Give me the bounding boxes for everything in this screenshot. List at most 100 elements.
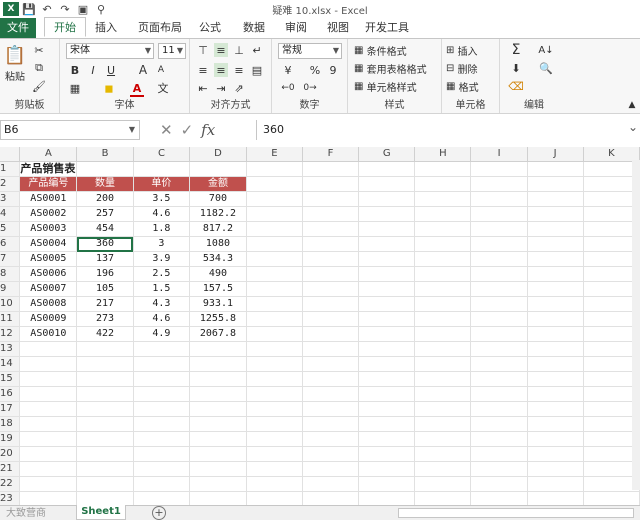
format-painter-icon[interactable]: 🖌 [32, 79, 46, 93]
cell[interactable] [133, 416, 191, 432]
number-format-select[interactable]: 常规 ▼ [278, 43, 342, 59]
column-header[interactable]: A [19, 147, 78, 162]
row-header[interactable]: 19 [0, 431, 21, 447]
collapse-ribbon-icon[interactable]: ▲ [626, 99, 638, 111]
tab-page-layout[interactable]: 页面布局 [132, 18, 188, 38]
currency-icon[interactable]: ¥ [280, 63, 296, 77]
table-data-cell[interactable]: 217 [76, 296, 134, 312]
column-header[interactable]: D [189, 147, 247, 162]
table-data-cell[interactable]: 4.6 [132, 311, 191, 327]
cell[interactable] [19, 446, 78, 462]
enter-icon[interactable]: ✓ [181, 121, 194, 139]
cell[interactable] [133, 371, 191, 387]
cell[interactable] [302, 341, 360, 357]
table-data-cell[interactable]: 1255.8 [189, 311, 247, 327]
cell[interactable] [302, 386, 360, 402]
cell[interactable] [133, 446, 191, 462]
tab-data[interactable]: 数据 [236, 18, 272, 38]
cell[interactable] [246, 446, 303, 462]
cell[interactable] [302, 236, 360, 252]
column-header[interactable]: H [414, 147, 472, 162]
increase-decimal-icon[interactable]: ←0 [280, 81, 296, 95]
cell[interactable] [527, 311, 584, 327]
column-header[interactable]: G [358, 147, 416, 162]
cell[interactable] [414, 221, 472, 237]
cell[interactable] [133, 161, 191, 177]
cell[interactable] [470, 191, 528, 207]
column-header[interactable]: J [527, 147, 584, 162]
cell[interactable] [527, 356, 584, 372]
cell[interactable] [302, 311, 360, 327]
cell[interactable] [246, 431, 303, 447]
cell[interactable] [302, 191, 360, 207]
cell[interactable] [527, 161, 584, 177]
cell[interactable] [19, 416, 78, 432]
cell[interactable] [470, 386, 528, 402]
cell[interactable] [527, 296, 584, 312]
table-data-cell[interactable]: AS0007 [19, 281, 78, 297]
cell[interactable] [527, 206, 584, 222]
cell[interactable] [527, 341, 584, 357]
orientation-icon[interactable]: ⇗ [232, 81, 246, 95]
expand-formula-bar-icon[interactable]: ⌄ [628, 120, 638, 134]
cell[interactable] [19, 356, 78, 372]
cell[interactable] [19, 371, 78, 387]
cell[interactable] [302, 266, 360, 282]
table-data-cell[interactable]: 4.6 [132, 206, 191, 222]
cell[interactable] [414, 401, 472, 417]
cell[interactable] [527, 326, 584, 342]
column-header[interactable]: C [133, 147, 191, 162]
row-header[interactable]: 9 [0, 281, 21, 297]
name-box[interactable]: B6 ▼ [0, 120, 140, 140]
table-data-cell[interactable]: 3 [132, 236, 191, 252]
cell[interactable] [527, 266, 584, 282]
font-color-button[interactable]: A [130, 81, 144, 97]
cell[interactable] [414, 281, 472, 297]
font-name-select[interactable]: 宋体 ▼ [66, 43, 154, 59]
table-data-cell[interactable]: 200 [76, 191, 134, 207]
row-header[interactable]: 4 [0, 206, 21, 222]
format-as-table-button[interactable]: ▦ 套用表格格式 [354, 61, 440, 76]
cell[interactable] [19, 431, 78, 447]
cell[interactable] [414, 296, 472, 312]
row-header[interactable]: 15 [0, 371, 21, 387]
cell[interactable] [358, 371, 416, 387]
table-data-cell[interactable]: 490 [189, 266, 247, 282]
cell-styles-button[interactable]: ▦ 单元格样式 [354, 79, 440, 94]
table-data-cell[interactable]: AS0003 [19, 221, 78, 237]
cell[interactable] [246, 386, 303, 402]
cell[interactable] [470, 311, 528, 327]
cell[interactable] [76, 386, 134, 402]
cell[interactable] [470, 236, 528, 252]
cell[interactable] [358, 161, 416, 177]
cell[interactable] [246, 371, 303, 387]
row-header[interactable]: 11 [0, 311, 21, 327]
cell[interactable] [470, 431, 528, 447]
cell[interactable] [189, 446, 247, 462]
cell[interactable] [527, 176, 584, 192]
bold-button[interactable]: B [68, 63, 82, 77]
cell[interactable] [470, 251, 528, 267]
cell[interactable] [414, 416, 472, 432]
cell[interactable] [527, 431, 584, 447]
cell[interactable] [470, 461, 528, 477]
cell[interactable] [302, 281, 360, 297]
cell[interactable] [358, 206, 416, 222]
row-header[interactable]: 16 [0, 386, 21, 402]
cell[interactable] [302, 296, 360, 312]
cell[interactable] [189, 476, 247, 492]
worksheet-grid[interactable]: ABCDEFGHIJK 1 产品销售表 2 产品编号 数量 单价 金额 3 AS0001 200 3… [0, 147, 640, 505]
row-header[interactable]: 8 [0, 266, 21, 282]
cell[interactable] [358, 476, 416, 492]
cell[interactable] [414, 161, 472, 177]
sort-filter-icon[interactable]: A↓ [536, 43, 556, 57]
cell[interactable] [358, 326, 416, 342]
cell[interactable] [133, 461, 191, 477]
paste-label[interactable]: 粘贴 [4, 69, 26, 83]
row-header[interactable]: 12 [0, 326, 21, 342]
cell[interactable] [414, 386, 472, 402]
cell[interactable] [133, 491, 191, 505]
cell[interactable] [76, 356, 134, 372]
cell[interactable] [470, 281, 528, 297]
table-data-cell[interactable]: 933.1 [189, 296, 247, 312]
